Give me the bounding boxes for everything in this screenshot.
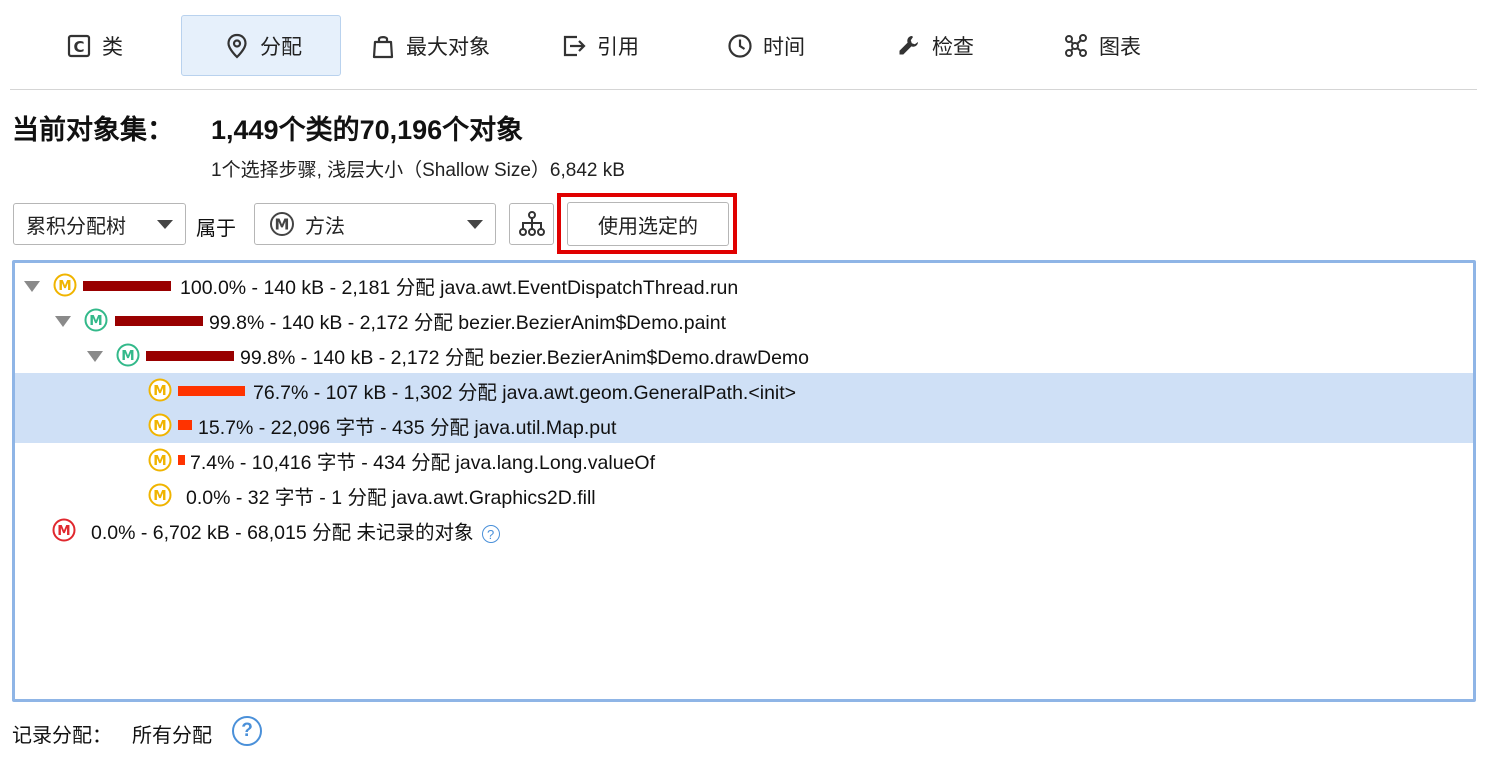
tab-label: 分配 xyxy=(260,35,302,59)
allocation-bar xyxy=(115,316,203,326)
use-selected-button[interactable]: 使用选定的 xyxy=(567,202,729,246)
row-text-wrap: 0.0% - 6,702 kB - 68,015 分配 未记录的对象? xyxy=(91,516,500,545)
tab-classes[interactable]: C 类 xyxy=(50,15,170,76)
export-arrow-icon xyxy=(563,35,586,56)
tab-graph[interactable]: 图表 xyxy=(1047,15,1167,76)
belongs-to-label: 属于 xyxy=(196,218,236,240)
tree-row[interactable]: M 7.4% - 10,416 字节 - 434 分配 java.lang.Lo… xyxy=(15,443,1473,478)
tab-references[interactable]: 引用 xyxy=(545,15,665,76)
chevron-down-icon xyxy=(467,220,483,229)
record-allocations-label: 记录分配： xyxy=(12,725,112,747)
method-m-icon: M xyxy=(148,413,172,437)
tab-divider xyxy=(10,89,1477,90)
aggregation-level-value: 方法 xyxy=(305,215,345,238)
wrench-icon xyxy=(899,35,918,54)
tree-row[interactable]: M 99.8% - 140 kB - 2,172 分配 bezier.Bezie… xyxy=(15,338,1473,373)
method-m-icon: M xyxy=(270,212,294,236)
tree-options-button[interactable] xyxy=(509,203,554,245)
row-text: 76.7% - 107 kB - 1,302 分配 java.awt.geom.… xyxy=(253,382,797,404)
method-m-icon: M xyxy=(53,273,77,297)
class-c-icon: C xyxy=(67,34,91,57)
row-text: 99.8% - 140 kB - 2,172 分配 bezier.BezierA… xyxy=(240,347,810,369)
tab-biggest-objects[interactable]: 最大对象 xyxy=(354,15,514,76)
record-allocations-value: 所有分配 xyxy=(132,725,212,747)
method-m-icon: M xyxy=(116,343,140,367)
tree-row-selected[interactable]: M 15.7% - 22,096 字节 - 435 分配 java.util.M… xyxy=(15,408,1473,443)
tab-label: 类 xyxy=(102,35,123,59)
hierarchy-icon xyxy=(518,211,545,236)
row-text: 7.4% - 10,416 字节 - 434 分配 java.lang.Long… xyxy=(190,452,656,474)
tab-label: 时间 xyxy=(763,35,805,59)
allocation-tree[interactable]: M 100.0% - 140 kB - 2,181 分配 java.awt.Ev… xyxy=(12,260,1476,702)
row-text: 0.0% - 6,702 kB - 68,015 分配 未记录的对象 xyxy=(91,522,474,544)
tree-row-selected[interactable]: M 76.7% - 107 kB - 1,302 分配 java.awt.geo… xyxy=(15,373,1473,408)
tab-label: 引用 xyxy=(597,35,639,59)
svg-text:M: M xyxy=(153,488,166,504)
method-m-icon: M xyxy=(148,448,172,472)
svg-text:M: M xyxy=(57,523,70,539)
help-icon[interactable]: ? xyxy=(232,716,262,746)
svg-text:M: M xyxy=(153,453,166,469)
allocation-bar xyxy=(178,455,185,465)
view-mode-select[interactable]: 累积分配树 xyxy=(13,203,186,245)
svg-text:M: M xyxy=(58,278,71,294)
svg-text:M: M xyxy=(89,313,102,329)
expand-toggle-icon[interactable] xyxy=(87,351,103,362)
tab-time[interactable]: 时间 xyxy=(711,15,831,76)
clock-icon xyxy=(728,33,752,58)
method-m-icon: M xyxy=(84,308,108,332)
tree-row[interactable]: M 99.8% - 140 kB - 2,172 分配 bezier.Bezie… xyxy=(15,303,1473,338)
allocation-bar xyxy=(178,386,246,396)
svg-text:M: M xyxy=(153,418,166,434)
graph-nodes-icon xyxy=(1065,33,1087,57)
tab-allocations[interactable]: 分配 xyxy=(181,15,341,76)
help-icon[interactable]: ? xyxy=(481,524,500,543)
expand-toggle-icon[interactable] xyxy=(24,281,40,292)
tab-bar: C 类 分配 最大对象 引用 时间 检查 图表 xyxy=(0,0,1486,90)
allocation-bar xyxy=(83,281,171,291)
row-text: 100.0% - 140 kB - 2,181 分配 java.awt.Even… xyxy=(180,277,739,299)
tab-label: 检查 xyxy=(932,35,974,59)
chevron-down-icon xyxy=(157,220,173,229)
svg-text:M: M xyxy=(153,383,166,399)
svg-text:M: M xyxy=(121,348,134,364)
expand-toggle-icon[interactable] xyxy=(55,316,71,327)
aggregation-level-select[interactable]: M 方法 xyxy=(254,203,496,245)
method-m-icon: M xyxy=(148,483,172,507)
svg-text:M: M xyxy=(275,216,290,234)
method-m-icon: M xyxy=(148,378,172,402)
current-object-set-label: 当前对象集： xyxy=(12,115,174,145)
selection-steps-info: 1个选择步骤, 浅层大小（Shallow Size）6,842 kB xyxy=(211,160,625,181)
tab-label: 图表 xyxy=(1099,35,1141,59)
shopping-bag-icon xyxy=(372,35,394,58)
tree-row[interactable]: M 0.0% - 32 字节 - 1 分配 java.awt.Graphics2… xyxy=(15,478,1473,513)
tab-inspections[interactable]: 检查 xyxy=(880,15,1000,76)
allocation-bar xyxy=(178,420,192,430)
view-mode-value: 累积分配树 xyxy=(26,215,126,238)
method-m-icon: M xyxy=(52,518,76,542)
row-text: 15.7% - 22,096 字节 - 435 分配 java.util.Map… xyxy=(198,417,617,439)
tree-row[interactable]: M 100.0% - 140 kB - 2,181 分配 java.awt.Ev… xyxy=(15,268,1473,303)
allocation-bar xyxy=(146,351,234,361)
tree-row[interactable]: M 0.0% - 6,702 kB - 68,015 分配 未记录的对象? xyxy=(15,513,1473,548)
tab-label: 最大对象 xyxy=(406,35,490,59)
location-pin-icon xyxy=(227,33,247,59)
svg-text:C: C xyxy=(73,38,84,56)
current-object-set-value: 1,449个类的70,196个对象 xyxy=(211,115,524,145)
row-text: 0.0% - 32 字节 - 1 分配 java.awt.Graphics2D.… xyxy=(186,487,596,509)
row-text: 99.8% - 140 kB - 2,172 分配 bezier.BezierA… xyxy=(209,312,727,334)
